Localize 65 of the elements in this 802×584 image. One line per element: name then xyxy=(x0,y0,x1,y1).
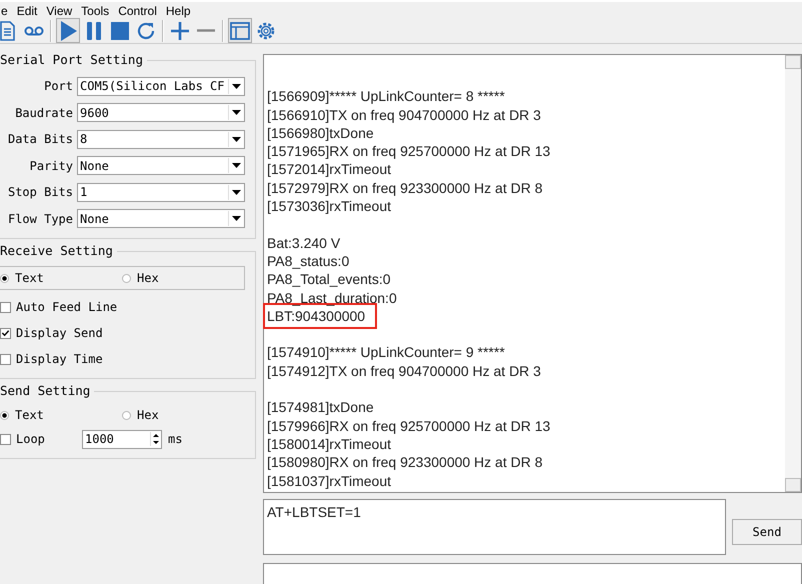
log-line: [1574912]TX on freq 904700000 Hz at DR 3 xyxy=(267,362,542,380)
dropdown[interactable]: 8 xyxy=(77,130,245,149)
radio-button[interactable]: Hex xyxy=(122,271,159,285)
minus-icon xyxy=(195,29,217,32)
log-line: [1566980]txDone xyxy=(267,124,375,142)
group-title: Receive Setting xyxy=(0,243,117,258)
menu-item[interactable]: Control xyxy=(118,4,157,18)
spin-arrows-icon xyxy=(152,432,160,446)
log-line: [1566910]TX on freq 904700000 Hz at DR 3 xyxy=(267,106,542,124)
plus-icon xyxy=(169,20,191,42)
radio-button[interactable]: Hex xyxy=(122,408,159,422)
group-title: Serial Port Setting xyxy=(0,52,147,67)
send-button[interactable]: Send xyxy=(732,519,802,545)
menu-item[interactable]: Tools xyxy=(81,4,110,18)
toolbar-button[interactable] xyxy=(56,18,80,43)
checkbox[interactable]: Loop xyxy=(0,426,82,452)
log-line: [1579966]RX on freq 925700000 Hz at DR 13 xyxy=(267,416,552,435)
dropdown-arrow-icon xyxy=(232,84,240,89)
log-line: Bat:3.240 V xyxy=(267,234,342,252)
toolbar-button[interactable] xyxy=(228,18,252,43)
field-label: Flow Type xyxy=(8,212,73,226)
log-line: PA8_Total_events:0 xyxy=(267,270,392,289)
dropdown[interactable]: None xyxy=(77,209,245,228)
log-line: [1571965]RX on freq 925700000 Hz at DR 13 xyxy=(267,142,552,160)
log-line: [1574910]***** UpLinkCounter= 9 ***** xyxy=(267,343,506,362)
log-line: [1580014]rxTimeout xyxy=(267,434,392,454)
field-label: Port xyxy=(44,79,73,94)
log-line: [1572014]rxTimeout xyxy=(267,160,392,179)
dropdown[interactable]: 9600 xyxy=(77,103,245,122)
log-line: [1573036]rxTimeout xyxy=(267,197,392,216)
checkbox[interactable]: Display Time xyxy=(0,346,245,372)
menu-item[interactable]: Edit xyxy=(16,4,38,18)
dropdown[interactable]: None xyxy=(77,156,245,176)
spin-field[interactable]: 1000 xyxy=(82,430,162,448)
menu-item[interactable]: View xyxy=(46,4,72,18)
dropdown-arrow-icon xyxy=(232,136,240,142)
log-line: PA8_status:0 xyxy=(267,252,350,270)
log-line: [1581037]rxTimeout xyxy=(267,472,392,490)
group-title: Send Setting xyxy=(0,383,94,398)
menu-item[interactable]: Help xyxy=(166,4,191,18)
radio-button[interactable]: Text xyxy=(0,271,122,285)
checkbox[interactable]: Auto Feed Line xyxy=(0,294,245,320)
field-label: Baudrate xyxy=(15,106,73,120)
window-icon xyxy=(229,20,251,42)
unit-label: ms xyxy=(168,432,182,446)
dropdown-arrow-icon xyxy=(232,110,240,116)
field-label: Data Bits xyxy=(8,132,73,146)
log-line: PA8_Last_duration:0 xyxy=(267,288,398,307)
dropdown-arrow-icon xyxy=(232,216,240,222)
radio-button[interactable]: Text xyxy=(0,408,122,422)
dropdown-arrow-icon xyxy=(232,190,240,195)
log-line: [1572979]RX on freq 923300000 Hz at DR 8 xyxy=(267,178,544,198)
field-label: Stop Bits xyxy=(8,185,73,200)
send-input-field[interactable]: AT+LBTSET=1 xyxy=(263,499,726,555)
field-label: Parity xyxy=(30,158,73,173)
dropdown-arrow-icon xyxy=(232,163,240,168)
log-line: [1566909]***** UpLinkCounter= 8 ***** xyxy=(267,87,506,106)
checkbox[interactable]: Display Send xyxy=(0,320,245,346)
log-line: [1574981]txDone xyxy=(267,398,375,417)
menu-item[interactable]: e xyxy=(1,4,8,18)
checkmark-icon xyxy=(1,328,10,338)
log-line: [1580980]RX on freq 923300000 Hz at DR 8 xyxy=(267,453,544,472)
stop-icon xyxy=(109,20,131,42)
dropdown[interactable]: 1 xyxy=(77,182,245,202)
dropdown[interactable]: COM5(Silicon Labs CF xyxy=(77,76,245,96)
